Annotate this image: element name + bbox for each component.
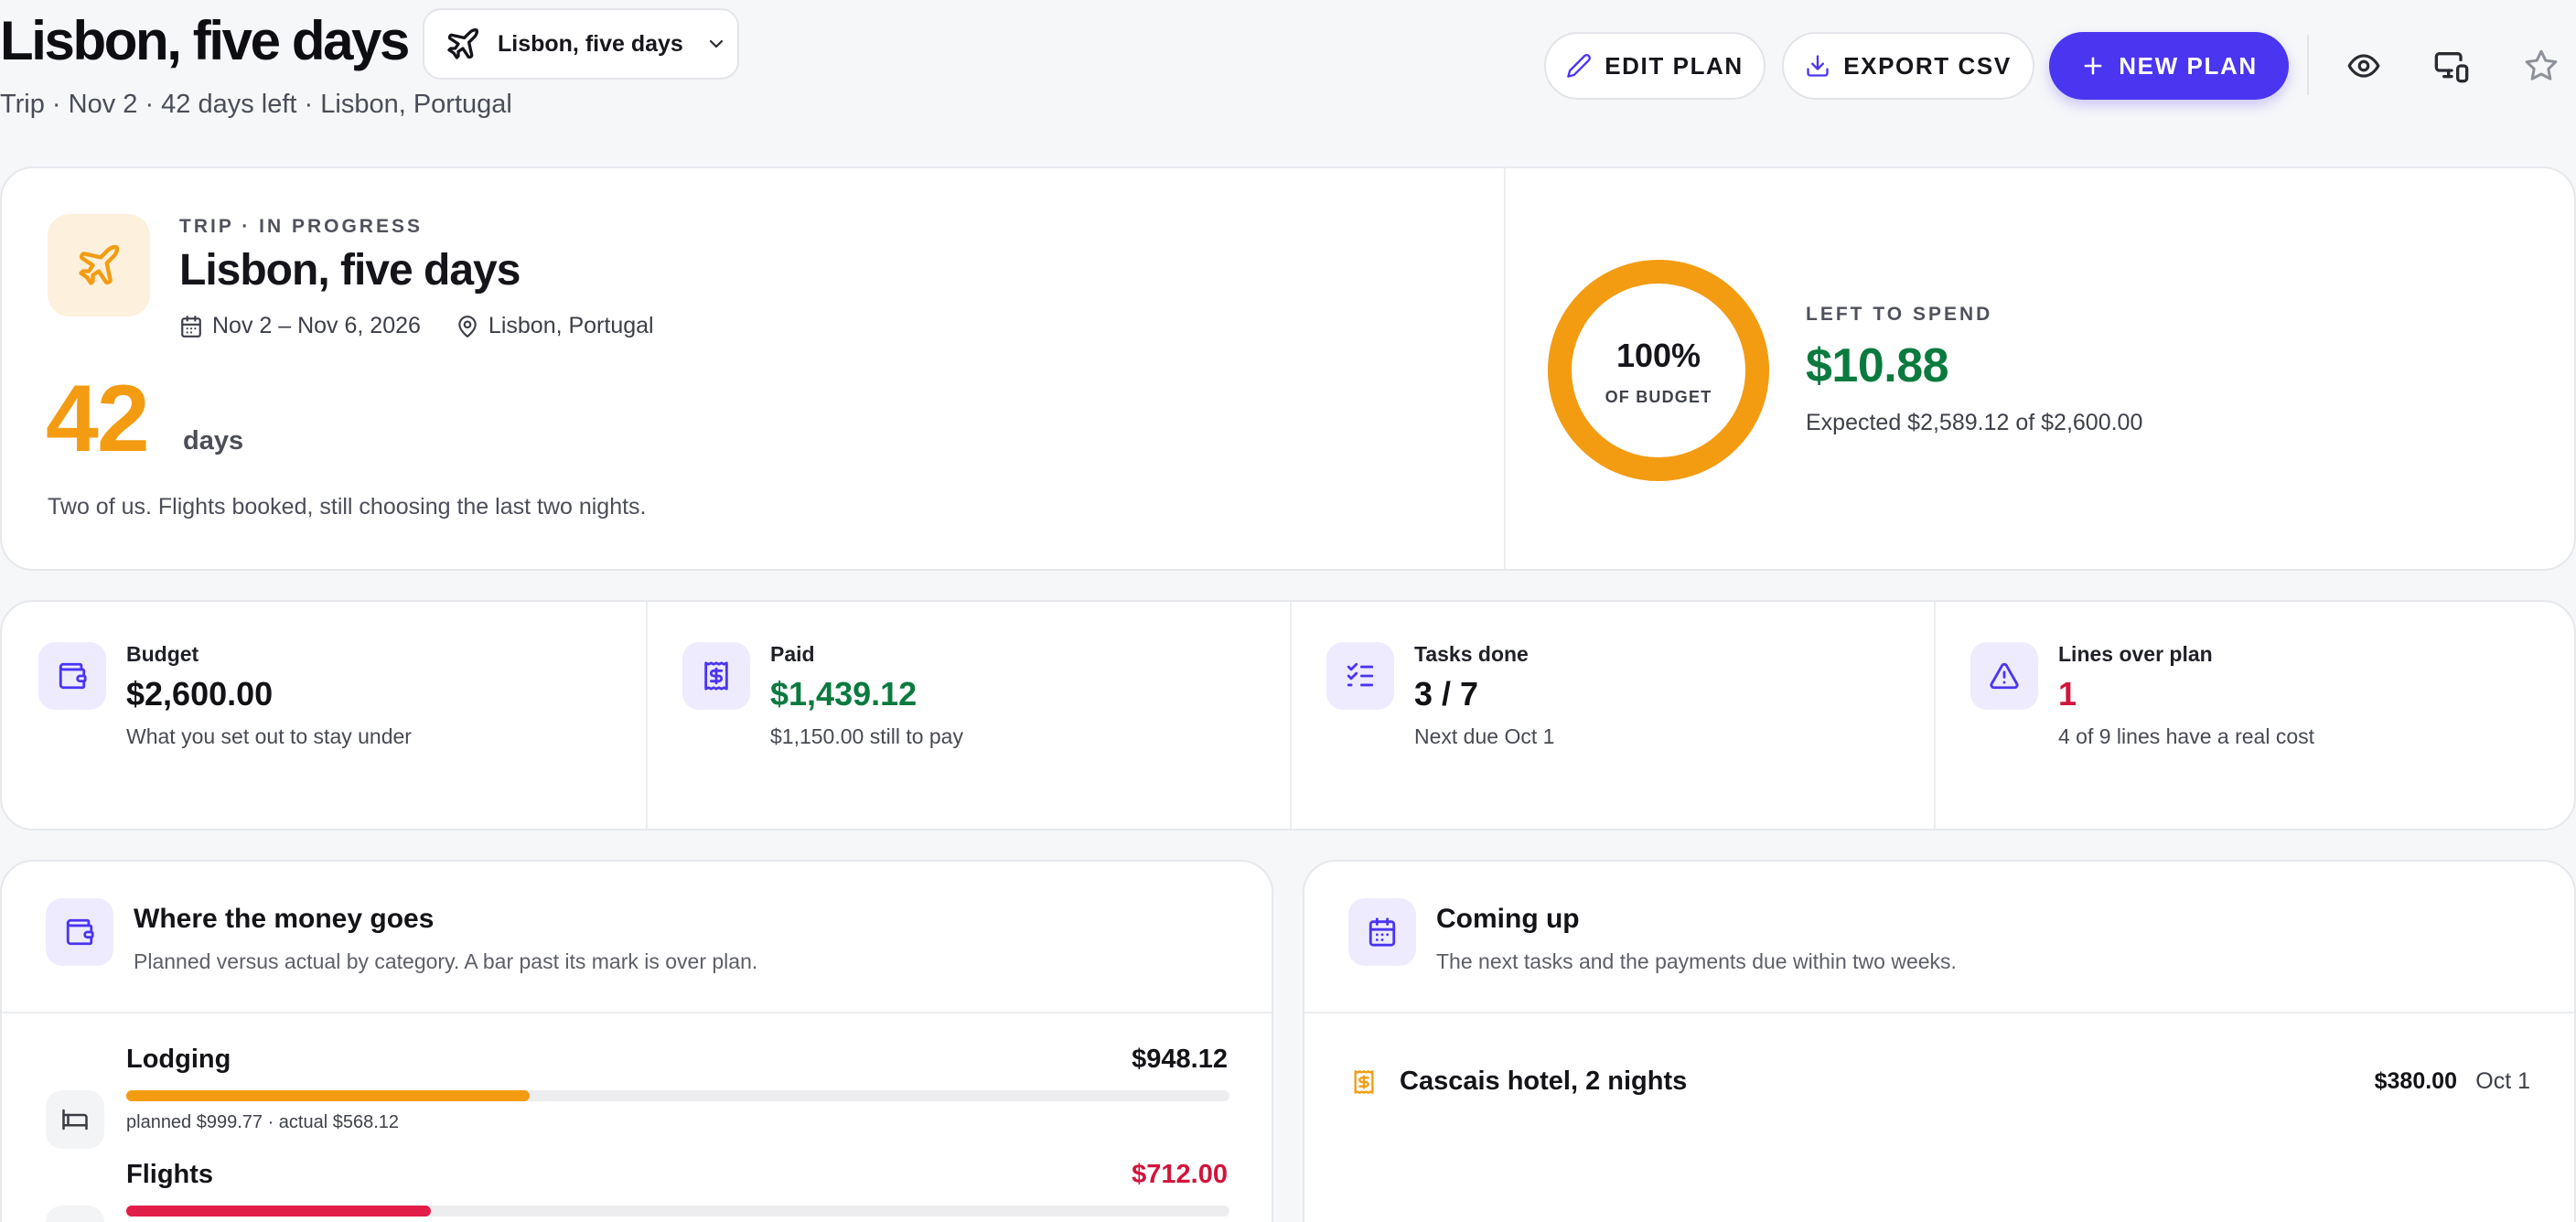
stat-sub: Next due Oct 1 xyxy=(1414,724,1555,748)
edit-plan-button[interactable]: EDIT PLAN xyxy=(1544,32,1766,100)
receipt-icon xyxy=(682,642,750,710)
star-icon[interactable] xyxy=(2521,46,2561,86)
warning-icon xyxy=(1970,642,2038,710)
trip-dates: Nov 2 – Nov 6, 2026 xyxy=(212,313,421,338)
section-divider xyxy=(1304,1012,2574,1013)
export-csv-button[interactable]: EXPORT CSV xyxy=(1782,32,2034,100)
left-to-spend-value: $10.88 xyxy=(1806,339,1949,392)
trip-meta: Nov 2 – Nov 6, 2026 Lisbon, Portugal xyxy=(179,313,654,339)
new-plan-button[interactable]: NEW PLAN xyxy=(2049,32,2289,100)
category-amount: $948.12 xyxy=(1132,1045,1228,1074)
stat-sub: 4 of 9 lines have a real cost xyxy=(2058,724,2314,748)
trip-title: Lisbon, five days xyxy=(179,246,521,295)
category-bar-fill xyxy=(126,1206,431,1217)
category-bar-track xyxy=(126,1206,1229,1217)
page-subtitle: Trip · Nov 2 · 42 days left · Lisbon, Po… xyxy=(0,90,512,119)
chevron-down-icon xyxy=(705,33,727,55)
download-icon xyxy=(1805,53,1830,79)
upcoming-item-name: Cascais hotel, 2 nights xyxy=(1400,1067,1688,1096)
plane-icon xyxy=(48,214,150,316)
stat-label: Paid xyxy=(770,642,815,666)
pencil-icon xyxy=(1566,53,1592,79)
plan-selector-label: Lisbon, five days xyxy=(498,30,683,57)
devices-icon[interactable] xyxy=(2431,46,2472,86)
section-subtitle: Planned versus actual by category. A bar… xyxy=(134,949,758,973)
days-left-label: days xyxy=(183,426,244,456)
trip-note: Two of us. Flights booked, still choosin… xyxy=(48,494,647,520)
plus-icon xyxy=(2080,53,2106,79)
bed-icon xyxy=(46,1090,104,1149)
stat-value: 1 xyxy=(2058,675,2077,713)
stat-value: $2,600.00 xyxy=(126,675,274,713)
stat-sub: $1,150.00 still to pay xyxy=(770,724,963,748)
plan-selector[interactable]: Lisbon, five days xyxy=(423,8,739,80)
checklist-icon xyxy=(1326,642,1394,710)
stat-sub: What you set out to stay under xyxy=(126,724,412,748)
plane-icon xyxy=(445,26,481,62)
stat-paid: Paid $1,439.12 $1,150.00 still to pay xyxy=(646,602,1290,829)
eye-icon[interactable] xyxy=(2344,46,2384,86)
days-left-value: 42 xyxy=(46,366,150,472)
coming-up-card: Coming up The next tasks and the payment… xyxy=(1303,860,2576,1222)
stats-card: Budget $2,600.00 What you set out to sta… xyxy=(0,600,2576,831)
budget-percent: 100% xyxy=(1615,337,1701,374)
stat-budget: Budget $2,600.00 What you set out to sta… xyxy=(2,602,646,829)
trip-summary-card: TRIP · IN PROGRESS Lisbon, five days Nov… xyxy=(0,166,2576,571)
budget-percent-label: OF BUDGET xyxy=(1605,388,1712,406)
receipt-icon xyxy=(1348,1067,1379,1098)
hero-divider xyxy=(1504,168,1506,569)
export-csv-label: EXPORT CSV xyxy=(1843,51,2012,80)
stat-value: 3 / 7 xyxy=(1414,675,1479,713)
section-title: Coming up xyxy=(1436,904,1580,934)
category-detail: planned $999.77 · actual $568.12 xyxy=(126,1112,400,1132)
trip-location: Lisbon, Portugal xyxy=(488,313,654,338)
stat-label: Budget xyxy=(126,642,199,666)
map-pin-icon xyxy=(456,315,479,338)
stat-over-plan: Lines over plan 1 4 of 9 lines have a re… xyxy=(1934,602,2576,829)
edit-plan-label: EDIT PLAN xyxy=(1605,51,1744,80)
category-name: Lodging xyxy=(126,1045,231,1074)
page: Lisbon, five days Lisbon, five days Trip… xyxy=(0,0,2576,1222)
category-amount: $712.00 xyxy=(1132,1160,1228,1189)
category-bar-track xyxy=(126,1090,1229,1101)
plane-icon xyxy=(46,1206,104,1222)
stat-label: Tasks done xyxy=(1414,642,1529,666)
section-subtitle: The next tasks and the payments due with… xyxy=(1436,949,1957,973)
new-plan-label: NEW PLAN xyxy=(2119,51,2258,80)
wallet-icon xyxy=(46,898,113,966)
stat-tasks: Tasks done 3 / 7 Next due Oct 1 xyxy=(1290,602,1934,829)
upcoming-item-amount: $380.00 xyxy=(2374,1068,2457,1094)
upcoming-item-date: Oct 1 xyxy=(2475,1068,2530,1094)
calendar-icon xyxy=(179,315,203,338)
wallet-icon xyxy=(38,642,106,710)
section-divider xyxy=(2,1012,1272,1013)
category-name: Flights xyxy=(126,1160,214,1189)
trip-status-eyebrow: TRIP · IN PROGRESS xyxy=(179,216,423,237)
stat-label: Lines over plan xyxy=(2058,642,2213,666)
calendar-icon xyxy=(1348,898,1416,966)
section-title: Where the money goes xyxy=(134,904,435,934)
header-divider xyxy=(2307,35,2309,95)
stat-value: $1,439.12 xyxy=(770,675,918,713)
left-to-spend-label: LEFT TO SPEND xyxy=(1806,304,1993,325)
category-bar-fill xyxy=(126,1090,531,1101)
expected-spend: Expected $2,589.12 of $2,600.00 xyxy=(1806,410,2143,435)
money-breakdown-card: Where the money goes Planned versus actu… xyxy=(0,860,1273,1222)
page-title: Lisbon, five days xyxy=(0,10,410,71)
